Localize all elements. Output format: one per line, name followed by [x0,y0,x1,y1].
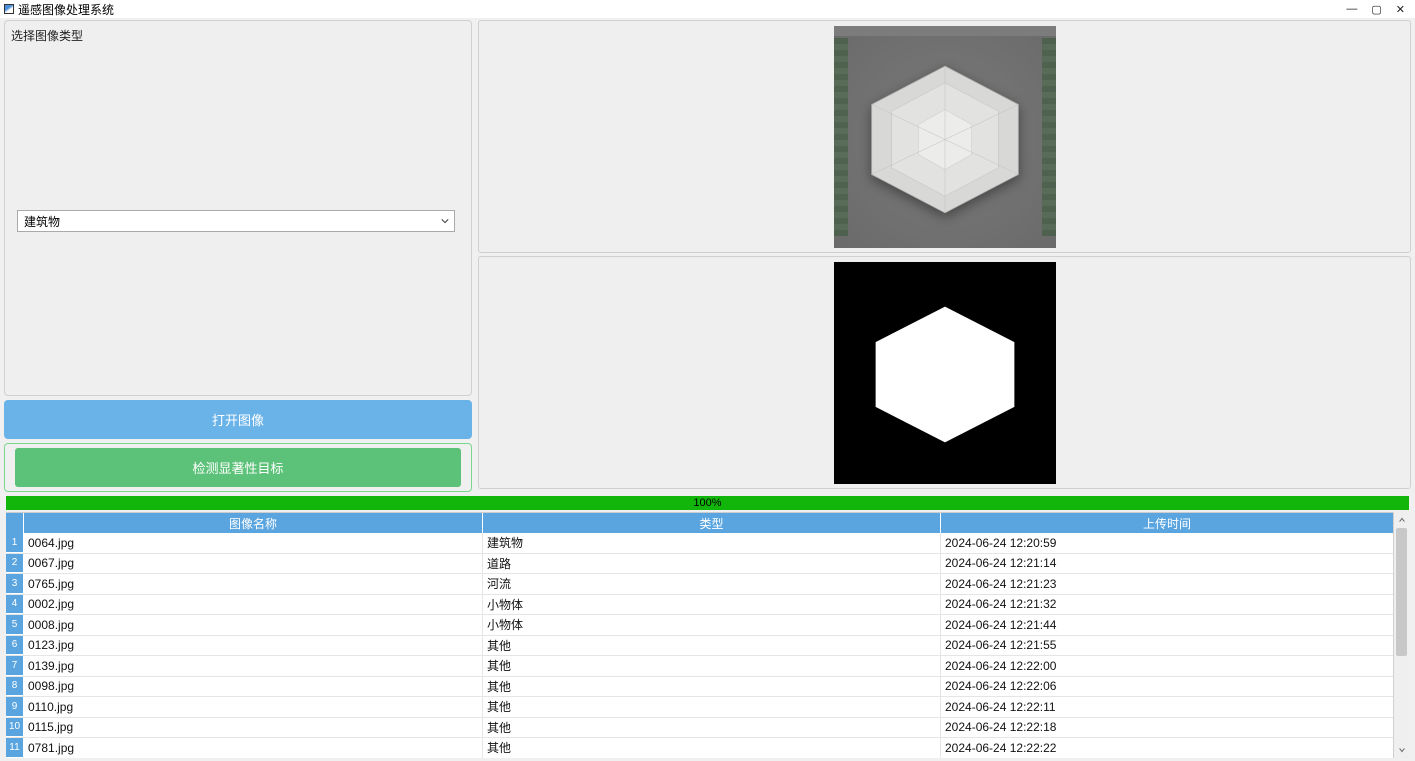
open-image-button[interactable]: 打开图像 [4,400,472,439]
right-panel [478,20,1411,492]
cell-type[interactable]: 其他 [483,738,941,758]
table-row[interactable]: 20067.jpg道路2024-06-24 12:21:14 [6,554,1393,575]
image-type-groupbox: 选择图像类型 建筑物 [4,20,472,396]
select-image-type-label: 选择图像类型 [11,27,465,44]
table-header: 图像名称 类型 上传时间 [6,513,1393,533]
cell-upload-time[interactable]: 2024-06-24 12:21:14 [941,554,1393,574]
table-row[interactable]: 10064.jpg建筑物2024-06-24 12:20:59 [6,533,1393,554]
th-type[interactable]: 类型 [483,513,941,533]
mask-image [834,262,1056,484]
cell-image-name[interactable]: 0123.jpg [24,636,483,656]
cell-upload-time[interactable]: 2024-06-24 12:21:55 [941,636,1393,656]
row-index: 3 [6,574,24,594]
mask-hexagon-icon [867,300,1023,451]
table-row[interactable]: 90110.jpg其他2024-06-24 12:22:11 [6,697,1393,718]
dropdown-value: 建筑物 [24,213,60,230]
table-row[interactable]: 30765.jpg河流2024-06-24 12:21:23 [6,574,1393,595]
maximize-icon[interactable]: ▢ [1371,3,1381,16]
progress-text: 100% [693,497,721,509]
cell-type[interactable]: 小物体 [483,615,941,635]
scroll-up-icon[interactable] [1394,512,1409,528]
close-icon[interactable]: ✕ [1396,3,1405,16]
cell-upload-time[interactable]: 2024-06-24 12:22:00 [941,656,1393,676]
row-index: 11 [6,738,24,758]
cell-upload-time[interactable]: 2024-06-24 12:21:44 [941,615,1393,635]
left-panel: 选择图像类型 建筑物 打开图像 检测显著性目标 [4,20,472,492]
th-image-name[interactable]: 图像名称 [24,513,483,533]
row-index: 9 [6,697,24,717]
cell-image-name[interactable]: 0781.jpg [24,738,483,758]
table-row[interactable]: 70139.jpg其他2024-06-24 12:22:00 [6,656,1393,677]
table-row[interactable]: 50008.jpg小物体2024-06-24 12:21:44 [6,615,1393,636]
detect-target-button[interactable]: 检测显著性目标 [15,448,461,487]
window-title: 遥感图像处理系统 [18,1,114,18]
cell-type[interactable]: 其他 [483,697,941,717]
cell-upload-time[interactable]: 2024-06-24 12:21:32 [941,595,1393,615]
cell-upload-time[interactable]: 2024-06-24 12:22:18 [941,718,1393,738]
row-index: 6 [6,636,24,656]
cell-image-name[interactable]: 0139.jpg [24,656,483,676]
detect-button-wrap: 检测显著性目标 [4,443,472,492]
cell-type[interactable]: 其他 [483,677,941,697]
cell-upload-time[interactable]: 2024-06-24 12:21:23 [941,574,1393,594]
scroll-thumb[interactable] [1396,528,1407,656]
table-row[interactable]: 80098.jpg其他2024-06-24 12:22:06 [6,677,1393,698]
table-row[interactable]: 40002.jpg小物体2024-06-24 12:21:32 [6,595,1393,616]
cell-image-name[interactable]: 0110.jpg [24,697,483,717]
row-index: 7 [6,656,24,676]
window-controls: — ▢ ✕ [1346,3,1405,16]
scroll-down-icon[interactable] [1394,742,1409,758]
row-index: 5 [6,615,24,635]
th-index [6,513,24,533]
row-index: 4 [6,595,24,615]
row-index: 1 [6,533,24,553]
cell-type[interactable]: 建筑物 [483,533,941,553]
cell-image-name[interactable]: 0765.jpg [24,574,483,594]
row-index: 8 [6,677,24,697]
cell-image-name[interactable]: 0098.jpg [24,677,483,697]
cell-type[interactable]: 其他 [483,718,941,738]
source-image-box [478,20,1411,253]
table-scrollbar[interactable] [1393,512,1409,758]
minimize-icon[interactable]: — [1346,3,1357,16]
cell-image-name[interactable]: 0002.jpg [24,595,483,615]
cell-upload-time[interactable]: 2024-06-24 12:22:22 [941,738,1393,758]
cell-image-name[interactable]: 0067.jpg [24,554,483,574]
cell-upload-time[interactable]: 2024-06-24 12:20:59 [941,533,1393,553]
app-icon [4,4,14,14]
results-table: 图像名称 类型 上传时间 10064.jpg建筑物2024-06-24 12:2… [6,512,1409,758]
cell-type[interactable]: 小物体 [483,595,941,615]
cell-type[interactable]: 道路 [483,554,941,574]
cell-image-name[interactable]: 0115.jpg [24,718,483,738]
cell-type[interactable]: 其他 [483,656,941,676]
table-row[interactable]: 100115.jpg其他2024-06-24 12:22:18 [6,718,1393,739]
cell-upload-time[interactable]: 2024-06-24 12:22:11 [941,697,1393,717]
progress-bar: 100% [6,496,1409,510]
table-row[interactable]: 110781.jpg其他2024-06-24 12:22:22 [6,738,1393,758]
cell-type[interactable]: 河流 [483,574,941,594]
cell-image-name[interactable]: 0064.jpg [24,533,483,553]
cell-image-name[interactable]: 0008.jpg [24,615,483,635]
row-index: 10 [6,718,24,738]
building-hexagon-icon [861,59,1029,222]
result-image-box [478,256,1411,489]
table-row[interactable]: 60123.jpg其他2024-06-24 12:21:55 [6,636,1393,657]
titlebar: 遥感图像处理系统 — ▢ ✕ [0,0,1415,18]
image-type-dropdown[interactable]: 建筑物 [17,210,455,232]
row-index: 2 [6,554,24,574]
source-image [834,26,1056,248]
th-upload-time[interactable]: 上传时间 [941,513,1393,533]
chevron-down-icon [440,214,450,228]
scroll-track[interactable] [1394,528,1409,742]
cell-upload-time[interactable]: 2024-06-24 12:22:06 [941,677,1393,697]
cell-type[interactable]: 其他 [483,636,941,656]
